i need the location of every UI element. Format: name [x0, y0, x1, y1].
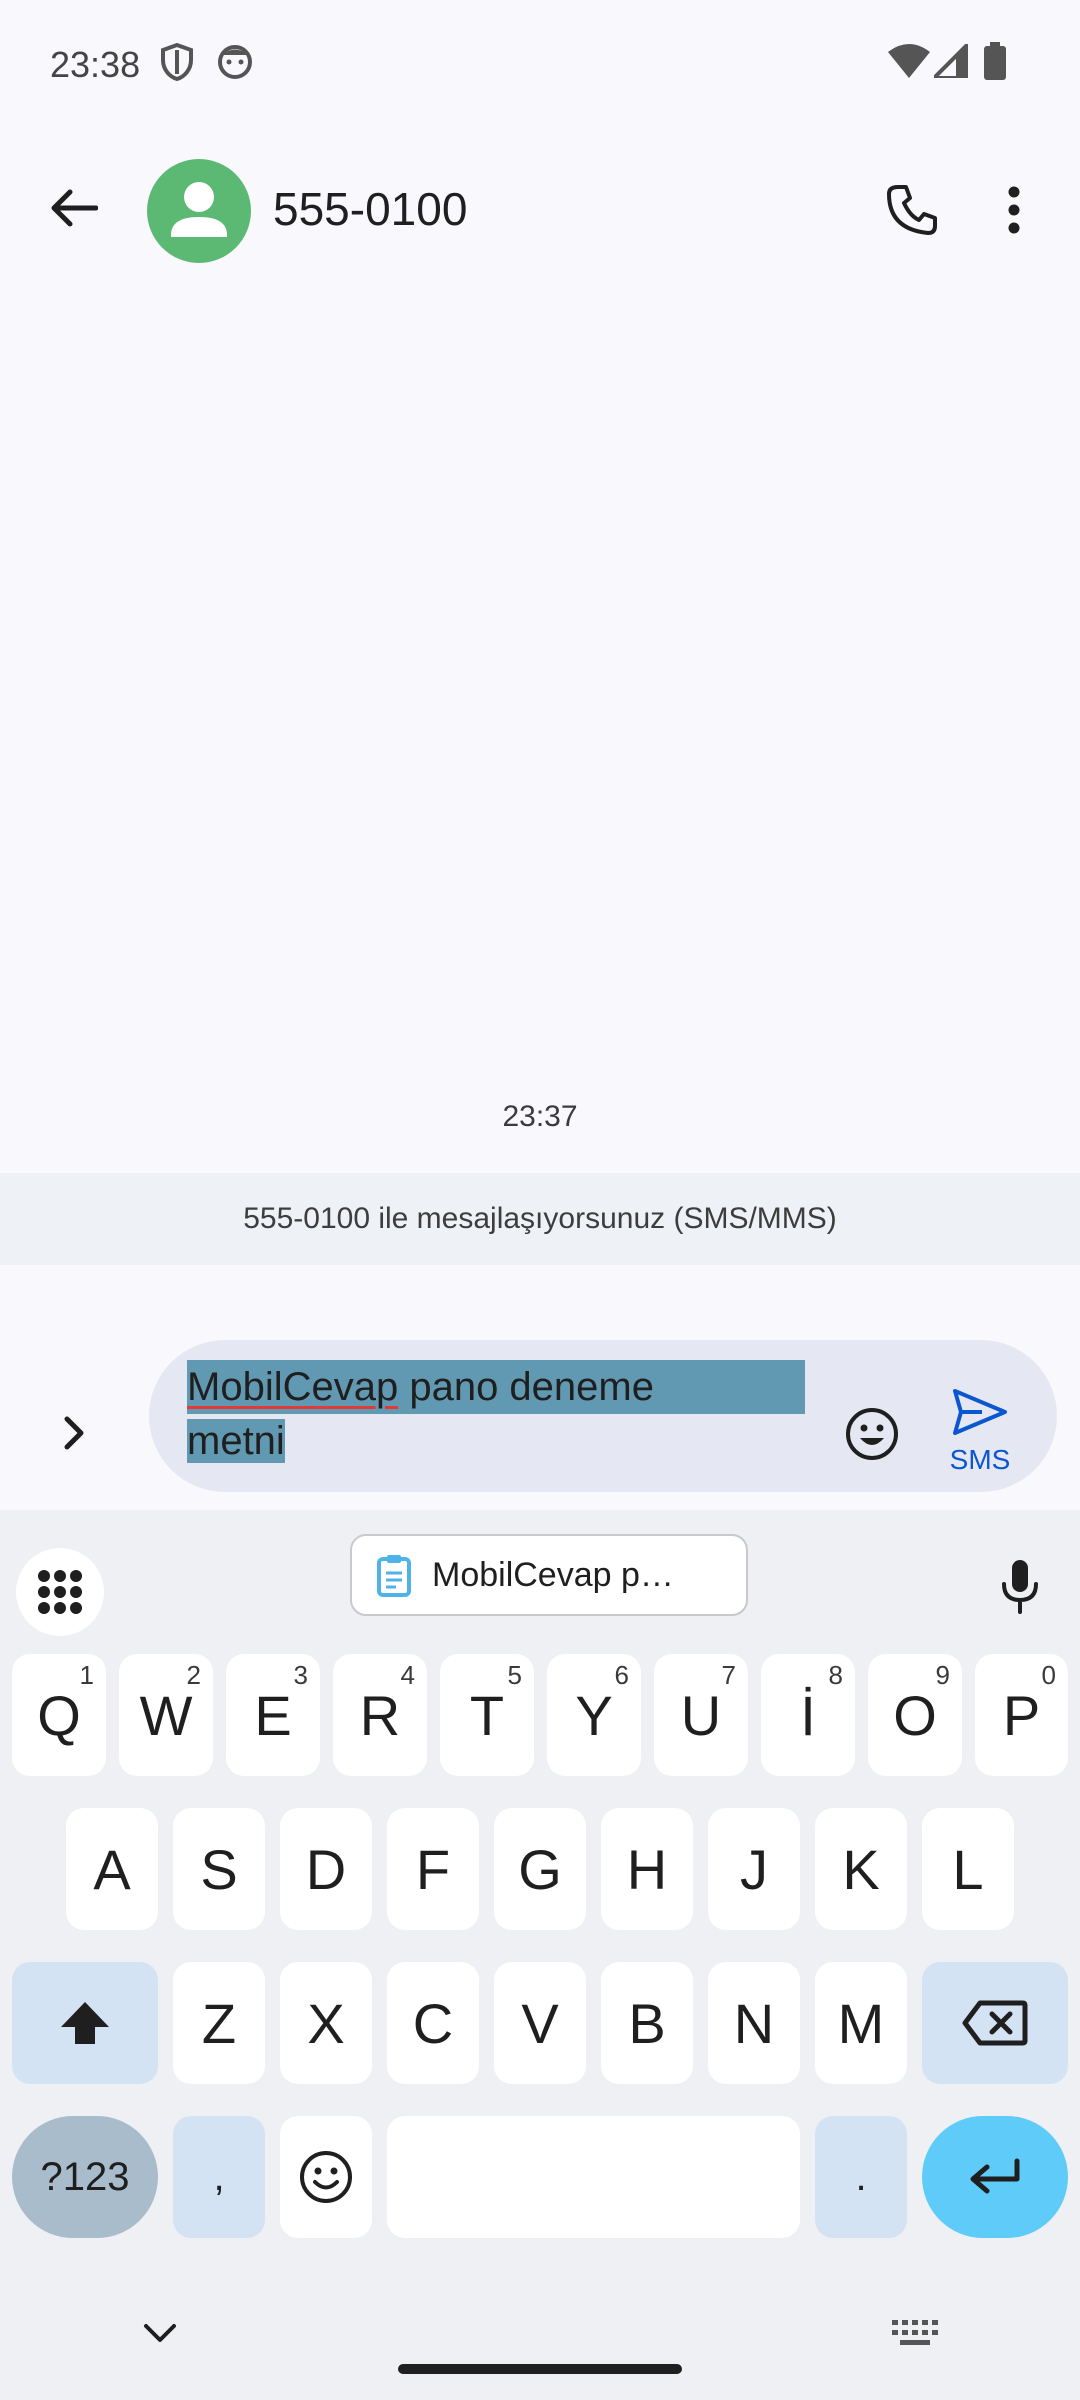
key-u[interactable]: U7	[654, 1654, 748, 1776]
symbols-key[interactable]: ?123	[12, 2116, 158, 2238]
emoji-button[interactable]	[842, 1404, 902, 1464]
key-f[interactable]: F	[387, 1808, 479, 1930]
send-icon	[953, 1389, 1007, 1435]
face-icon	[218, 45, 252, 79]
key-g[interactable]: G	[494, 1808, 586, 1930]
grid-icon	[38, 1570, 82, 1614]
hide-keyboard-icon[interactable]	[142, 2322, 178, 2344]
key-s[interactable]: S	[173, 1808, 265, 1930]
status-time: 23:38	[50, 44, 141, 85]
key-x[interactable]: X	[280, 1962, 372, 2084]
more-vert-icon	[1008, 186, 1020, 234]
back-button[interactable]	[36, 170, 112, 246]
battery-icon	[984, 42, 1006, 80]
avatar[interactable]	[147, 159, 251, 263]
backspace-key[interactable]	[922, 1962, 1068, 2084]
mic-icon	[1002, 1560, 1038, 1614]
key-m[interactable]: M	[815, 1962, 907, 2084]
clipboard-text: MobilCevap p…	[432, 1555, 674, 1594]
home-indicator[interactable]	[398, 2364, 682, 2374]
key-q[interactable]: Q1	[12, 1654, 106, 1776]
sms-info-text: 555-0100 ile mesajlaşıyorsunuz (SMS/MMS)	[243, 1202, 837, 1235]
send-sms-button[interactable]: SMS	[940, 1384, 1020, 1484]
more-options-button[interactable]	[984, 170, 1044, 250]
person-icon	[171, 182, 227, 237]
expand-attachments-button[interactable]	[36, 1395, 112, 1471]
sms-info-banner: 555-0100 ile mesajlaşıyorsunuz (SMS/MMS)	[0, 1173, 1080, 1265]
conversation-header: 555-0100	[0, 130, 1080, 290]
clipboard-icon	[377, 1555, 411, 1597]
chevron-right-icon	[64, 1416, 84, 1450]
key-h[interactable]: H	[601, 1808, 693, 1930]
signal-icon	[934, 44, 968, 78]
key-z[interactable]: Z	[173, 1962, 265, 2084]
emoji-key-icon	[300, 2151, 352, 2203]
key-t[interactable]: T5	[440, 1654, 534, 1776]
message-timestamp: 23:37	[502, 1100, 578, 1133]
key-n[interactable]: N	[708, 1962, 800, 2084]
emoji-icon	[846, 1408, 898, 1460]
space-key[interactable]	[387, 2116, 800, 2238]
compose-text[interactable]: MobilCevap pano deneme metni	[187, 1360, 805, 1468]
key-c[interactable]: C	[387, 1962, 479, 2084]
key-d[interactable]: D	[280, 1808, 372, 1930]
compose-text-misspelled: MobilCevap	[187, 1365, 399, 1409]
key-a[interactable]: A	[66, 1808, 158, 1930]
enter-icon	[970, 2158, 1020, 2194]
key-w[interactable]: W2	[119, 1654, 213, 1776]
status-bar: 23:38	[0, 0, 1080, 130]
send-label: SMS	[949, 1444, 1011, 1475]
shift-key[interactable]	[12, 1962, 158, 2084]
shield-icon	[161, 42, 193, 82]
backspace-icon	[962, 2000, 1028, 2046]
phone-icon	[887, 185, 937, 235]
voice-input-button[interactable]	[990, 1546, 1050, 1626]
shift-icon	[61, 2002, 109, 2044]
keyboard-apps-button[interactable]	[16, 1548, 104, 1636]
key-i-dotted[interactable]: İ8	[761, 1654, 855, 1776]
back-arrow-icon	[51, 189, 98, 227]
call-button[interactable]	[872, 170, 952, 250]
contact-name[interactable]: 555-0100	[273, 182, 467, 236]
clipboard-suggestion[interactable]: MobilCevap p…	[350, 1534, 748, 1616]
wifi-icon	[888, 44, 930, 78]
emoji-key[interactable]	[280, 2116, 372, 2238]
keyboard: MobilCevap p… Q1 W2 E3 R4 T5 Y6 U7 İ8 O9…	[0, 1510, 1080, 2400]
comma-key[interactable]: ,	[173, 2116, 265, 2238]
key-j[interactable]: J	[708, 1808, 800, 1930]
key-k[interactable]: K	[815, 1808, 907, 1930]
key-y[interactable]: Y6	[547, 1654, 641, 1776]
enter-key[interactable]	[922, 2116, 1068, 2238]
key-r[interactable]: R4	[333, 1654, 427, 1776]
key-v[interactable]: V	[494, 1962, 586, 2084]
key-e[interactable]: E3	[226, 1654, 320, 1776]
key-l[interactable]: L	[922, 1808, 1014, 1930]
key-o[interactable]: O9	[868, 1654, 962, 1776]
key-p[interactable]: P0	[975, 1654, 1068, 1776]
keyboard-switch-icon[interactable]	[892, 2320, 938, 2348]
compose-text-line1: pano deneme	[398, 1365, 654, 1409]
period-key[interactable]: .	[815, 2116, 907, 2238]
key-b[interactable]: B	[601, 1962, 693, 2084]
compose-text-line2: metni	[187, 1419, 285, 1463]
